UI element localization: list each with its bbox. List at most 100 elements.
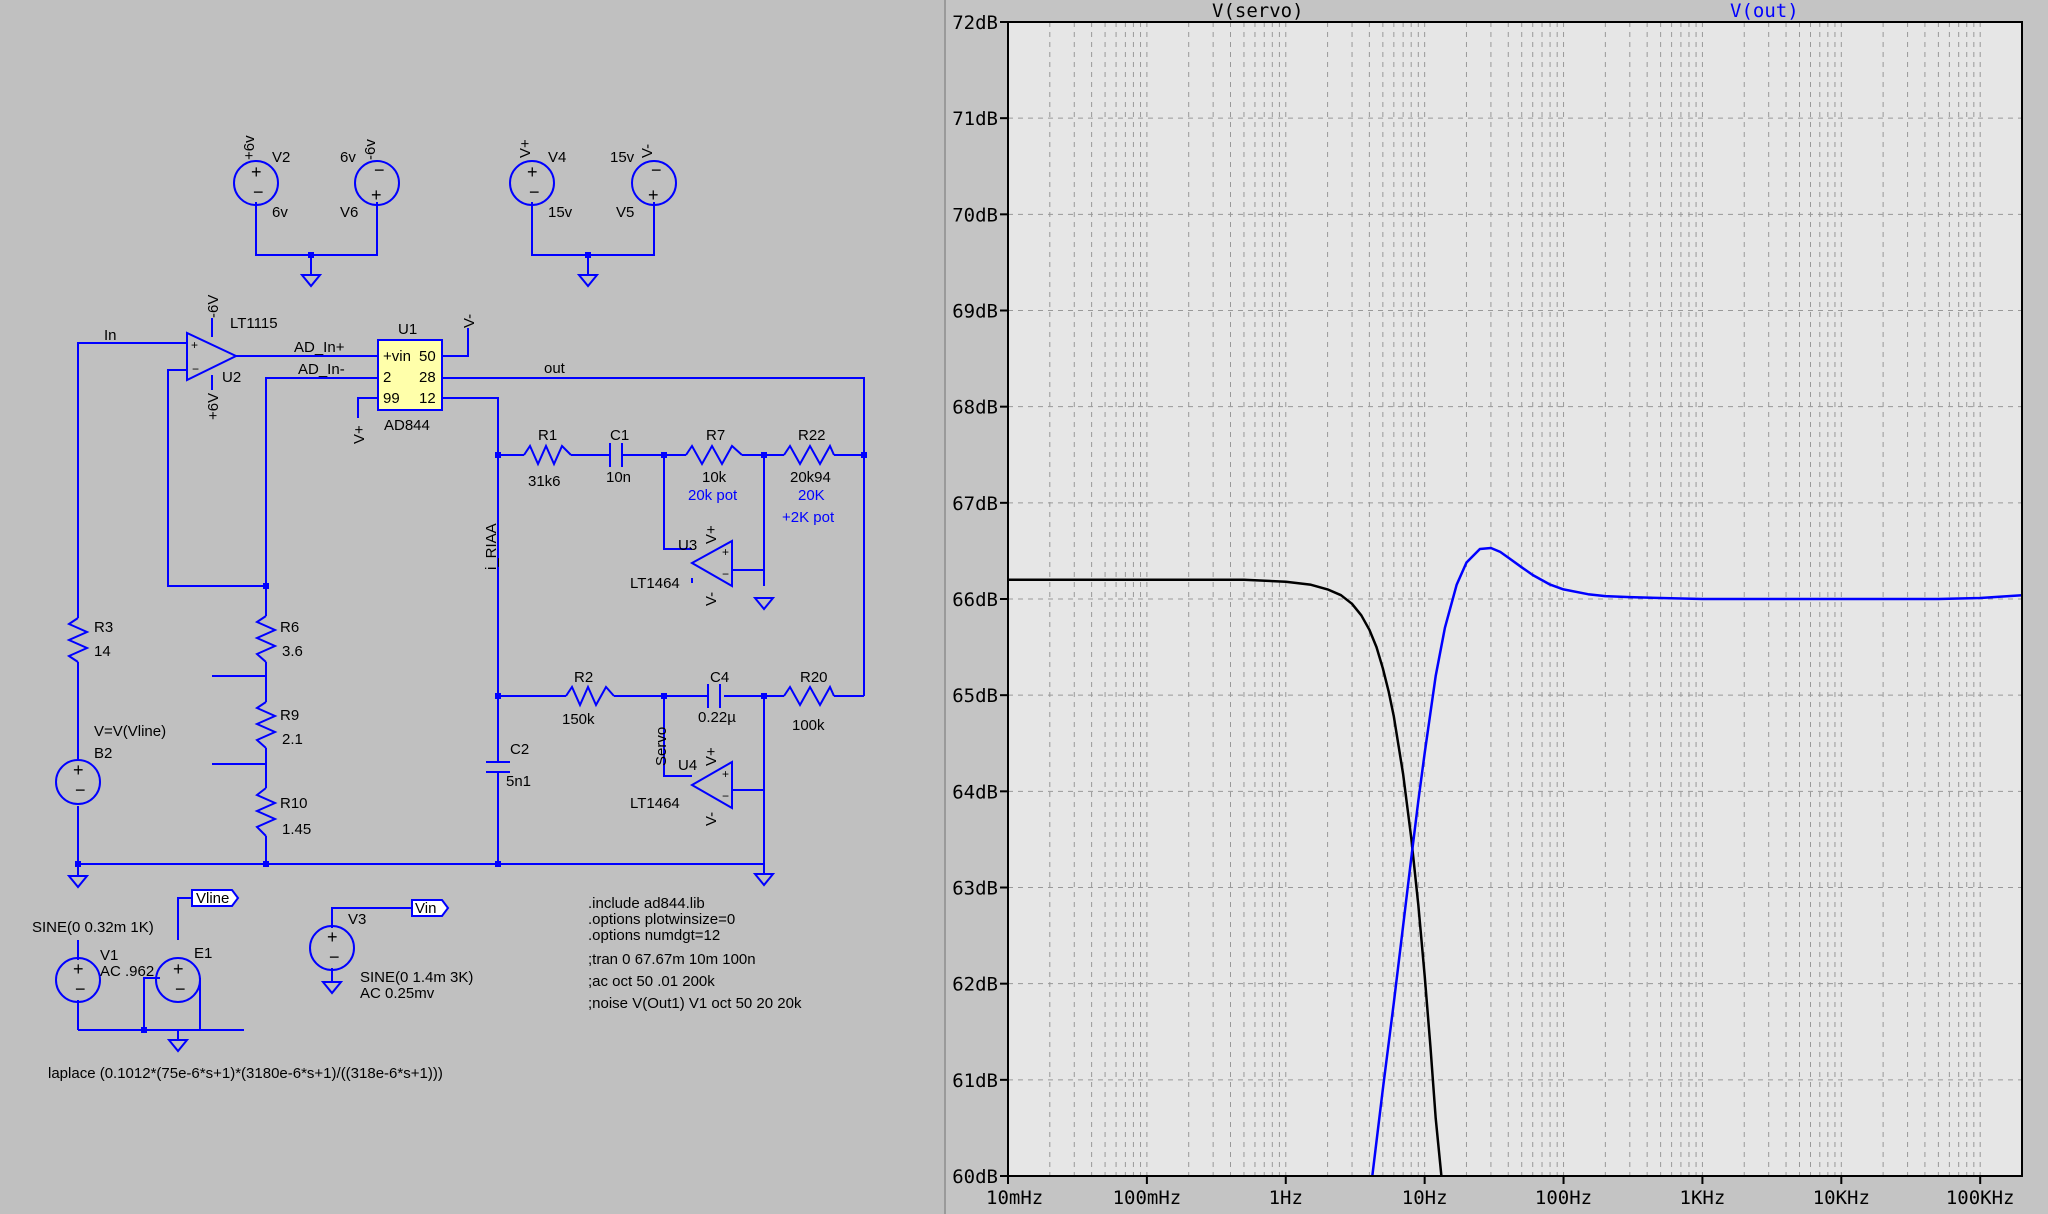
v5-value: 15v bbox=[610, 149, 635, 166]
v6-ref: V6 bbox=[340, 204, 358, 221]
y-tick-label: 67dB bbox=[952, 493, 998, 515]
directive-line[interactable]: .options plotwinsize=0 bbox=[588, 911, 735, 928]
c2-value: 5n1 bbox=[506, 773, 531, 790]
svg-text:−: − bbox=[192, 362, 199, 376]
resistor-symbols bbox=[66, 443, 835, 837]
ic-pin-left-2: 2 bbox=[383, 369, 391, 386]
svg-text:−: − bbox=[175, 979, 186, 999]
y-tick-label: 60dB bbox=[952, 1166, 998, 1188]
svg-text:+: + bbox=[327, 927, 338, 947]
x-tick-label: 100mHz bbox=[1113, 1187, 1182, 1209]
r22-note-1: 20K bbox=[798, 487, 825, 504]
trace-label-out[interactable]: V(out) bbox=[1730, 0, 1799, 22]
x-tick-label: 100Hz bbox=[1535, 1187, 1592, 1209]
u3-vminus-label: V- bbox=[703, 592, 720, 606]
r3-ref: R3 bbox=[94, 619, 113, 636]
svg-text:+: + bbox=[371, 185, 382, 205]
x-tick-label: 100KHz bbox=[1946, 1187, 2015, 1209]
v5-node-label: V- bbox=[639, 144, 656, 158]
r1-value: 31k6 bbox=[528, 473, 561, 490]
r10-value: 1.45 bbox=[282, 821, 311, 838]
v6-value: 6v bbox=[340, 149, 356, 166]
r10-ref: R10 bbox=[280, 795, 308, 812]
v6-node-label: -6v bbox=[362, 139, 379, 160]
source-polarity-marks: +− −+ +− −+ +− +− +− +− bbox=[73, 160, 662, 999]
x-tick-label: 10KHz bbox=[1813, 1187, 1870, 1209]
net-i-riaa-label: i_RIAA bbox=[483, 523, 500, 570]
svg-text:+: + bbox=[527, 162, 538, 182]
svg-text:−: − bbox=[75, 780, 86, 800]
net-servo-label: Servo bbox=[653, 727, 670, 766]
directive-line[interactable]: .options numdgt=12 bbox=[588, 927, 720, 944]
r3-value: 14 bbox=[94, 643, 111, 660]
y-tick-label: 62dB bbox=[952, 974, 998, 996]
x-tick-label: 10mHz bbox=[986, 1187, 1043, 1209]
directive-line[interactable]: .include ad844.lib bbox=[588, 895, 705, 912]
ic-pin-left-3: 99 bbox=[383, 390, 400, 407]
u3-ref: U3 bbox=[678, 537, 697, 554]
svg-text:−: − bbox=[253, 182, 264, 202]
svg-text:+: + bbox=[722, 545, 729, 559]
c2-ref: C2 bbox=[510, 741, 529, 758]
c1-value: 10n bbox=[606, 469, 631, 486]
v3-sine-spec: SINE(0 1.4m 3K) bbox=[360, 969, 473, 986]
svg-text:+: + bbox=[73, 959, 84, 979]
v1-ac-spec: AC .962 bbox=[100, 963, 154, 980]
u4-ref: U4 bbox=[678, 757, 697, 774]
ic-pin-right-2: 28 bbox=[419, 369, 436, 386]
directive-line[interactable]: ;noise V(Out1) V1 oct 50 20 20k bbox=[588, 995, 802, 1012]
y-tick-label: 72dB bbox=[952, 12, 998, 34]
svg-text:−: − bbox=[374, 160, 385, 180]
net-out-label: out bbox=[544, 360, 566, 377]
r7-note: 20k pot bbox=[688, 487, 738, 504]
u1-vplus-label: V+ bbox=[351, 425, 368, 444]
waveform-viewer[interactable]: 60dB 61dB 62dB 63dB 64dB 65dB 66dB 67dB 68dB 69dB… bbox=[946, 0, 2048, 1214]
schematic-editor[interactable]: + − − + + − − + + − + − + − + − + − + − … bbox=[0, 0, 944, 1214]
u2-part-label: LT1115 bbox=[230, 315, 278, 332]
y-tick-label: 63dB bbox=[952, 878, 998, 900]
x-tick-label: 1Hz bbox=[1269, 1187, 1303, 1209]
v1-sine-spec: SINE(0 0.32m 1K) bbox=[32, 919, 154, 936]
u2-pos-supply-label: +6V bbox=[205, 393, 222, 420]
v2-node-label: +6v bbox=[241, 135, 258, 160]
source-symbols bbox=[55, 160, 677, 1003]
opamp-symbols bbox=[186, 331, 733, 810]
svg-text:−: − bbox=[329, 947, 340, 967]
r22-ref: R22 bbox=[798, 427, 826, 444]
r20-ref: R20 bbox=[800, 669, 828, 686]
r9-value: 2.1 bbox=[282, 731, 303, 748]
u4-vplus-label: V+ bbox=[703, 747, 720, 766]
svg-text:+: + bbox=[722, 767, 729, 781]
r9-ref: R9 bbox=[280, 707, 299, 724]
u2-neg-supply-label: -6V bbox=[205, 295, 222, 318]
ic-pin-left-1: +vin bbox=[383, 348, 411, 365]
x-tick-label: 1KHz bbox=[1680, 1187, 1726, 1209]
v4-value: 15v bbox=[548, 204, 573, 221]
y-tick-label: 66dB bbox=[952, 589, 998, 611]
ic-pin-right-1: 50 bbox=[419, 348, 436, 365]
r22-value: 20k94 bbox=[790, 469, 831, 486]
vin-net-label: Vin bbox=[415, 900, 436, 917]
r2-value: 150k bbox=[562, 711, 595, 728]
svg-text:−: − bbox=[651, 160, 662, 180]
y-tick-label: 69dB bbox=[952, 301, 998, 323]
v1-ref: V1 bbox=[100, 947, 118, 964]
e1-ref: E1 bbox=[194, 945, 212, 962]
y-tick-label: 64dB bbox=[952, 781, 998, 803]
schematic-canvas[interactable]: +− −+ +− −+ +− +− +− +− +− +− +− +vin 50… bbox=[0, 0, 944, 1214]
spice-directives[interactable]: .include ad844.lib .options plotwinsize=… bbox=[588, 895, 802, 1012]
r20-value: 100k bbox=[792, 717, 825, 734]
ic-pin-right-3: 12 bbox=[419, 390, 436, 407]
y-tick-label: 70dB bbox=[952, 204, 998, 226]
directive-line[interactable]: ;tran 0 67.67m 10m 100n bbox=[588, 951, 756, 968]
svg-text:+: + bbox=[648, 185, 659, 205]
directive-line[interactable]: ;ac oct 50 .01 200k bbox=[588, 973, 715, 990]
r7-ref: R7 bbox=[706, 427, 725, 444]
net-in-label: In bbox=[104, 327, 117, 344]
trace-label-servo[interactable]: V(servo) bbox=[1212, 0, 1304, 22]
svg-text:−: − bbox=[75, 979, 86, 999]
svg-text:−: − bbox=[722, 567, 729, 581]
laplace-expression: laplace (0.1012*(75e-6*s+1)*(3180e-6*s+1… bbox=[48, 1065, 443, 1082]
u4-vminus-label: V- bbox=[703, 812, 720, 826]
waveform-plot[interactable]: 60dB 61dB 62dB 63dB 64dB 65dB 66dB 67dB 68dB 69dB… bbox=[946, 0, 2048, 1214]
